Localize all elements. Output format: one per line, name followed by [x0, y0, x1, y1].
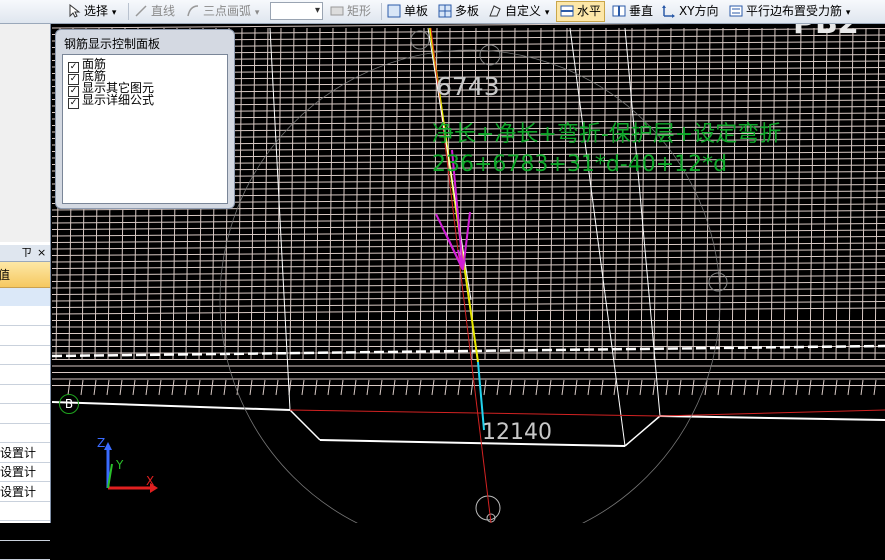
formula-values: 236+6783+31*d-40+12*d [432, 152, 728, 177]
panel-titlebar: ㄗ × [0, 245, 50, 262]
rect-tool[interactable]: 矩形 [330, 2, 371, 21]
selected-property-row[interactable] [0, 288, 50, 306]
snap-marker-mid [479, 44, 501, 66]
axis-b-label: B [59, 394, 79, 414]
parallel-edge-icon [729, 5, 743, 17]
xy-direction-button[interactable]: XY方向 [662, 2, 719, 21]
property-row[interactable] [0, 346, 50, 365]
control-panel-options: ✓ 面筋 ✓ 底筋 ✓ 显示其它图元 ✓ 显示详细公式 [62, 54, 228, 204]
ucs-y-label: Y [116, 458, 124, 472]
pin-icon[interactable]: ㄗ [21, 245, 32, 261]
horizontal-icon [560, 5, 574, 17]
toolbar: 选择 ▾ 直线 三点画弧 ▾ 矩形 单板 多板 自定义 ▾ 水平 垂直 XY方向… [0, 0, 885, 24]
single-board-icon [387, 4, 401, 18]
horizontal-button[interactable]: 水平 [556, 1, 606, 22]
custom-shape-icon [489, 5, 501, 17]
multi-board-icon [438, 4, 452, 18]
single-board-button[interactable]: 单板 [387, 2, 428, 21]
control-panel-title: 钢筋显示控制面板 [64, 37, 161, 51]
property-column-header: 值 [0, 262, 50, 288]
line-tool[interactable]: 直线 [134, 2, 175, 21]
ucs-x-label: X [146, 474, 155, 488]
checkbox-show-formula[interactable]: ✓ 显示详细公式 [68, 94, 154, 109]
close-icon[interactable]: × [37, 245, 46, 261]
property-row[interactable] [0, 307, 50, 326]
property-row[interactable]: 设置计 [0, 463, 50, 482]
checkbox-checked-icon: ✓ [68, 98, 79, 109]
property-row[interactable]: 设置计 [0, 483, 50, 502]
property-row[interactable] [0, 502, 50, 521]
property-row[interactable] [0, 385, 50, 404]
property-row[interactable] [0, 366, 50, 385]
chevron-down-icon: ▾ [111, 8, 117, 18]
property-row[interactable] [0, 405, 50, 424]
custom-button[interactable]: 自定义 ▾ [488, 2, 549, 21]
cursor-icon [69, 4, 81, 18]
bottom-length-label: 12140 [482, 420, 552, 445]
snap-marker-right [708, 272, 728, 292]
snap-marker-top [410, 30, 430, 50]
rebar-display-control-panel: 钢筋显示控制面板 ✓ 面筋 ✓ 底筋 ✓ 显示其它图元 ✓ 显示详细公式 [55, 29, 235, 209]
line-icon [135, 5, 147, 17]
property-row[interactable] [0, 424, 50, 443]
arc-tool[interactable]: 三点画弧 ▾ [186, 2, 259, 21]
property-panel: ⚲ ㄗ × 值 设置计设置计设置计 [0, 0, 51, 560]
multi-board-button[interactable]: 多板 [438, 2, 479, 21]
arc-icon [187, 5, 199, 17]
xy-arrows-icon [662, 5, 675, 18]
property-row[interactable]: 设置计 [0, 444, 50, 463]
ucs-z-label: Z [97, 436, 106, 450]
property-row[interactable] [0, 327, 50, 346]
property-row[interactable] [0, 522, 50, 541]
select-tool[interactable]: 选择 ▾ [67, 2, 116, 21]
arc-combo[interactable] [270, 2, 323, 20]
parallel-edge-button[interactable]: 平行边布置受力筋 ▾ [729, 2, 850, 21]
property-row[interactable] [0, 541, 50, 560]
formula-description: 净长+净长+弯折-保护层+设定弯折 [432, 122, 782, 147]
vertical-button[interactable]: 垂直 [612, 2, 653, 21]
vertical-icon [612, 5, 626, 17]
rectangle-icon [330, 6, 344, 16]
dimension-label: 6743 [436, 72, 500, 101]
